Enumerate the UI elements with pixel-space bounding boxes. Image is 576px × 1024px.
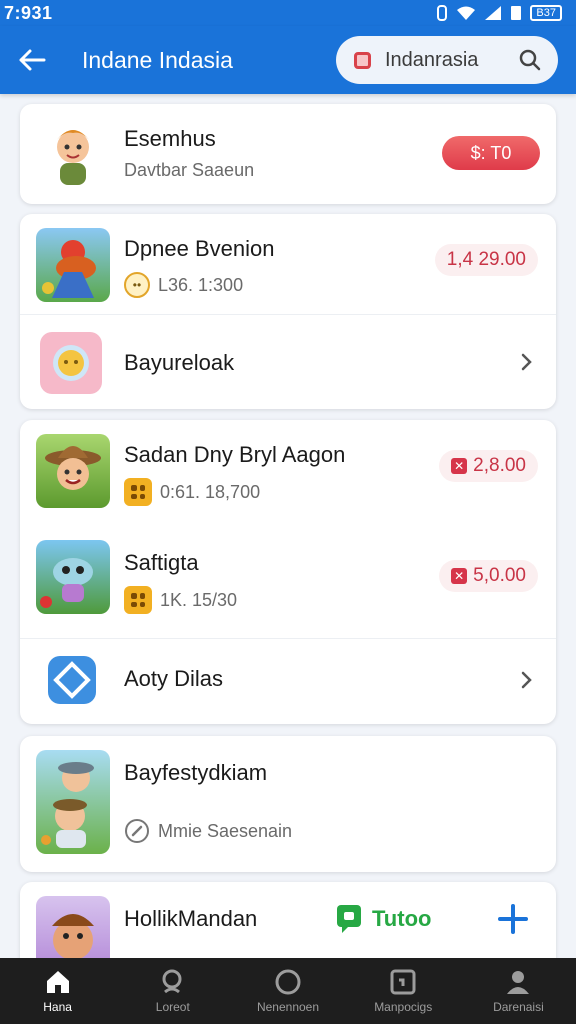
item-meta: L36. 1:300	[158, 274, 244, 295]
avatar	[36, 750, 110, 854]
list-item-saftigta[interactable]: Saftigta 1K. 15/30 ✕ 5,0.00	[20, 530, 556, 640]
list-card: Esemhus Davtbar Saaeun $: T0	[20, 104, 556, 204]
item-meta: 0:61. 18,700	[160, 481, 261, 502]
list-card: Sadan Dny Bryl Aagon 0:61. 18,700 ✕ 2,8.…	[20, 420, 556, 724]
item-name: Bayureloak	[124, 350, 235, 375]
price-tag[interactable]: 1,4 29.00	[434, 244, 538, 276]
item-meta: 1K. 15/30	[160, 589, 238, 610]
search-icon[interactable]	[518, 48, 542, 72]
item-subtitle: Davtbar Saaeun	[124, 160, 255, 180]
add-icon[interactable]	[498, 904, 528, 934]
list-item-bayureloak[interactable]: Bayureloak	[20, 314, 556, 409]
avatar	[42, 650, 102, 710]
back-button[interactable]	[18, 42, 54, 78]
item-name: Saftigta	[124, 550, 199, 575]
nav-item-documents[interactable]: Manpocigs	[346, 958, 461, 1024]
page-title: Indane Indasia	[82, 46, 233, 73]
battery-indicator: B37	[530, 5, 562, 21]
price-value: 1,4 29.00	[446, 249, 526, 270]
signal-icon	[485, 6, 502, 20]
avatar	[36, 540, 110, 614]
app-bar: Indane Indasia Indanrasia	[0, 26, 576, 94]
bottom-nav: Hana Loreot Nenennoen Manpocigs Darenais…	[0, 958, 576, 1024]
document-icon	[390, 969, 416, 995]
list-card: Bayfestydkiam Mmie Saesenain	[20, 736, 556, 872]
item-name: HollikMandan	[124, 906, 258, 931]
wifi-icon	[457, 6, 476, 20]
circle-icon	[275, 969, 301, 995]
item-name: Aoty Dilas	[124, 666, 224, 691]
profile-icon	[507, 971, 530, 994]
nav-item-search[interactable]: Loreot	[115, 958, 230, 1024]
price-value: 5,0.00	[473, 565, 526, 586]
item-meta: Mmie Saesenain	[158, 820, 293, 841]
region-flag-icon	[354, 51, 371, 69]
price-badge[interactable]: $: T0	[442, 136, 540, 170]
price-tag[interactable]: ✕ 2,8.00	[439, 450, 538, 482]
chevron-right-icon	[521, 353, 532, 371]
search-icon	[162, 969, 182, 994]
price-value: 2,8.00	[473, 455, 526, 476]
home-icon	[46, 971, 69, 993]
chat-label: Tutoo	[372, 906, 432, 931]
list-card: Dpnee Bvenion •• L36. 1:300 1,4 29.00 Ba…	[20, 214, 556, 409]
item-name: Dpnee Bvenion	[124, 236, 275, 261]
nav-label: Nenennoen	[256, 1000, 320, 1014]
item-name: Esemhus	[124, 126, 216, 151]
ticket-icon: ✕	[451, 458, 468, 474]
nav-item-circle[interactable]: Nenennoen	[230, 958, 345, 1024]
nav-label: Manpocigs	[374, 1000, 433, 1014]
avatar	[40, 332, 102, 394]
avatar	[36, 117, 110, 191]
nav-item-profile[interactable]: Darenaisi	[461, 958, 576, 1024]
vibrate-icon	[437, 5, 448, 21]
chat-button[interactable]: Tutoo	[336, 904, 431, 934]
edit-icon	[125, 819, 149, 843]
list-item-bayfesty[interactable]: Bayfestydkiam Mmie Saesenain	[20, 736, 556, 872]
ticket-icon: ✕	[451, 568, 468, 584]
list-item-esemhus[interactable]: Esemhus Davtbar Saaeun $: T0	[20, 104, 556, 204]
coin-icon: ••	[124, 272, 150, 298]
list-item-dpnee[interactable]: Dpnee Bvenion •• L36. 1:300 1,4 29.00	[20, 214, 556, 314]
chat-icon	[337, 905, 361, 933]
nav-label: Hana	[43, 1000, 72, 1014]
dice-icon	[124, 586, 152, 614]
nav-label: Darenaisi	[493, 1000, 544, 1014]
nav-label: Loreot	[155, 1000, 190, 1014]
price-tag[interactable]: ✕ 5,0.00	[439, 560, 538, 592]
list-item-aoty[interactable]: Aoty Dilas	[20, 638, 556, 724]
list-item-sadan[interactable]: Sadan Dny Bryl Aagon 0:61. 18,700 ✕ 2,8.…	[20, 420, 556, 530]
chevron-right-icon	[521, 671, 532, 689]
nav-item-home[interactable]: Hana	[0, 958, 115, 1024]
item-name: Bayfestydkiam	[124, 760, 268, 785]
avatar	[36, 434, 110, 508]
search-field[interactable]: Indanrasia	[336, 36, 558, 84]
dice-icon	[124, 478, 152, 506]
sim-icon	[511, 6, 522, 20]
item-name: Sadan Dny Bryl Aagon	[124, 442, 346, 467]
avatar	[36, 228, 110, 302]
arrow-left-icon	[19, 49, 46, 71]
search-value: Indanrasia	[385, 48, 479, 71]
status-bar: 7:931 B37	[0, 0, 576, 26]
status-time: 7:931	[4, 2, 53, 23]
